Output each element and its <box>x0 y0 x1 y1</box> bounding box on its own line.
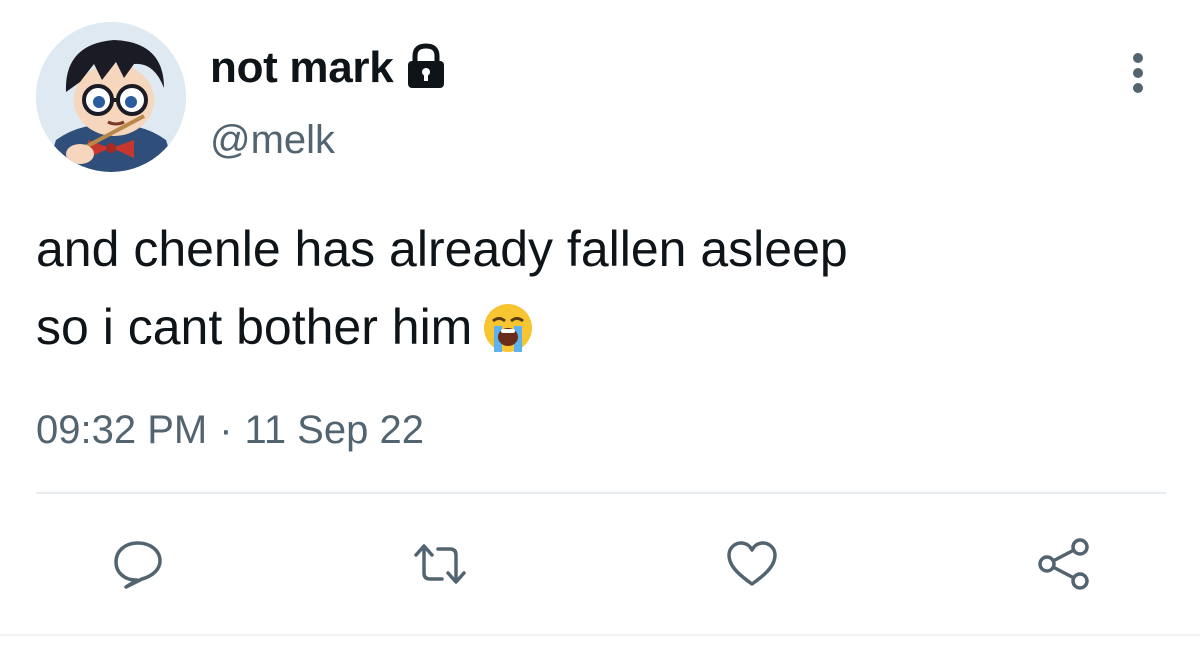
more-options-button[interactable] <box>1118 48 1158 98</box>
display-name[interactable]: not mark <box>210 43 394 93</box>
retweet-icon <box>414 544 466 584</box>
user-handle[interactable]: @melk <box>210 118 335 163</box>
tweet-text: and chenle has already fallen asleep so … <box>36 210 1166 376</box>
tweet-timestamp[interactable]: 09:32 PM · 11 Sep 22 <box>36 408 424 453</box>
tweet-date: 11 Sep 22 <box>244 408 424 452</box>
avatar[interactable] <box>36 22 186 172</box>
more-vertical-icon <box>1133 53 1143 93</box>
reply-button[interactable] <box>110 536 166 592</box>
avatar-image <box>36 22 186 172</box>
divider <box>36 492 1166 494</box>
heart-icon <box>727 541 777 586</box>
lock-icon <box>403 42 449 95</box>
loudly-crying-face-icon <box>484 304 533 352</box>
display-name-row: not mark <box>210 40 449 96</box>
timestamp-separator: · <box>219 408 233 452</box>
crying-face-emoji <box>482 298 534 376</box>
tweet: not mark @melk and chenle has already fa… <box>0 0 1200 652</box>
bottom-divider <box>0 634 1200 636</box>
tweet-text-line: so i cant bother him <box>36 299 473 355</box>
tweet-text-line-2: so i cant bother him <box>36 288 1166 376</box>
share-button[interactable] <box>1036 536 1092 592</box>
tweet-time: 09:32 PM <box>36 408 208 452</box>
tweet-text-line: and chenle has already fallen asleep <box>36 221 848 277</box>
share-icon <box>1038 538 1089 590</box>
like-button[interactable] <box>724 536 780 592</box>
retweet-button[interactable] <box>412 536 468 592</box>
speech-bubble-icon <box>114 541 162 589</box>
